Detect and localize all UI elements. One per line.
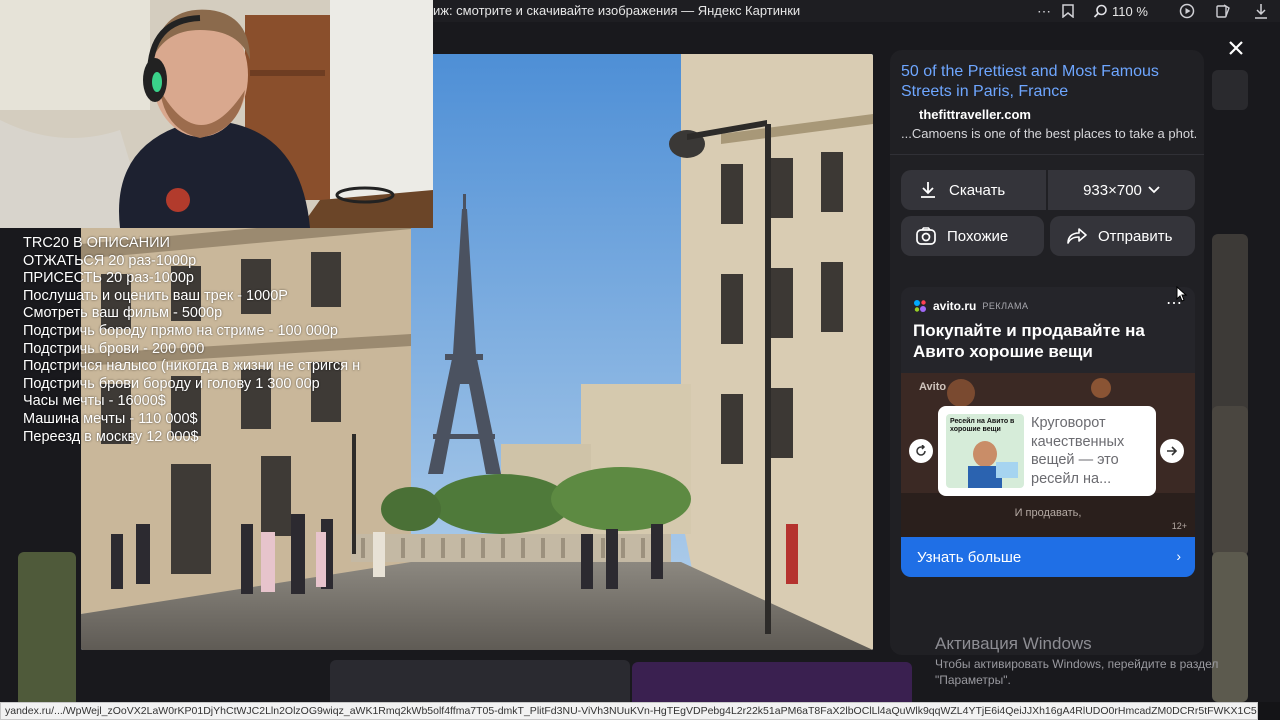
chevron-down-icon <box>1148 186 1160 194</box>
list-item: Подстричся налысо (никогда в жизни не ст… <box>23 358 361 375</box>
more-icon[interactable]: ⋯ <box>1034 1 1054 21</box>
similar-label: Похожие <box>947 227 1009 245</box>
ad-card-image: Ресейл на Авито в хорошие вещи <box>946 414 1024 488</box>
ad-prev-button[interactable] <box>909 439 933 463</box>
ad-next-button[interactable] <box>1160 439 1184 463</box>
zoom-value: 110 % <box>1112 3 1148 19</box>
list-item: Подстричь бороду прямо на стриме - 100 0… <box>23 322 338 339</box>
divider <box>890 154 1204 155</box>
share-label: Отправить <box>1098 227 1173 245</box>
refresh-icon <box>916 445 926 456</box>
ad-block[interactable]: avito.ru РЕКЛАМА ⋯ Покупайте и продавайт… <box>901 287 1195 577</box>
ad-title: Покупайте и продавайте на Авито хорошие … <box>913 321 1145 361</box>
arrow-right-icon <box>1167 446 1178 456</box>
ad-site: avito.ru <box>933 299 977 313</box>
close-icon <box>1229 41 1243 55</box>
similar-button[interactable]: Похожие <box>901 216 1044 256</box>
background-thumbnail <box>1212 70 1248 110</box>
download-button[interactable]: Скачать <box>901 170 1046 210</box>
ad-tag: РЕКЛАМА <box>982 301 1029 311</box>
list-item: Смотреть ваш фильм - 5000р <box>23 305 223 322</box>
share-icon <box>1066 225 1088 247</box>
windows-activation-watermark: Активация Windows Чтобы активировать Win… <box>935 634 1235 688</box>
list-item: ПРИСЕСТЬ 20 раз-1000р <box>23 270 194 287</box>
list-item: Переезд в москву 12 000$ <box>23 428 199 445</box>
bookmark-icon[interactable] <box>1058 1 1078 21</box>
list-item: ОТЖАТЬСЯ 20 раз-1000р <box>23 252 197 269</box>
lens-icon <box>915 225 937 247</box>
media-icon[interactable] <box>1177 1 1197 21</box>
image-info-panel: 50 of the Prettiest and Most Famous Stre… <box>890 50 1204 655</box>
ad-age-rating: 12+ <box>1171 521 1187 531</box>
list-item: TRC20 В ОПИСАНИИ <box>23 235 170 251</box>
source-snippet: ...Camoens is one of the best places to … <box>901 126 1196 141</box>
list-item: Подстричь брови бороду и голову 1 300 00… <box>23 375 320 392</box>
download-icon[interactable] <box>1251 1 1271 21</box>
zoom-icon <box>1093 4 1107 18</box>
notes-icon[interactable] <box>1213 1 1233 21</box>
background-thumbnail <box>1212 406 1248 556</box>
size-select[interactable]: 933×700 <box>1048 170 1195 210</box>
size-value: 933×700 <box>1083 181 1142 199</box>
window-title: иж: смотрите и скачивайте изображения — … <box>433 3 801 18</box>
background-thumbnail <box>18 552 76 720</box>
ad-card-text: Круговорот качественных вещей — это ресе… <box>1031 415 1125 487</box>
ad-header: avito.ru РЕКЛАМА <box>913 299 1029 313</box>
mouse-cursor-icon <box>1176 285 1188 307</box>
background-thumbnail <box>1212 234 1248 424</box>
list-item: Машина мечты - 110 000$ <box>23 410 198 427</box>
list-item: Послушать и оценить ваш трек - 1000Р <box>23 287 288 304</box>
zoom-control[interactable]: 110 % <box>1093 2 1148 20</box>
ad-media: Avito Ресейл на Авито в хорошие вещи Кру… <box>901 373 1195 537</box>
source-domain[interactable]: thefittraveller.com <box>919 107 1031 122</box>
list-item: Часы мечты - 16000$ <box>23 393 166 410</box>
ad-cta-button[interactable]: Узнать больше › <box>901 537 1195 577</box>
status-bar-url: yandex.ru/.../WpWejl_zOoVX2LaW0rKP01DjYh… <box>0 702 1258 720</box>
screen: { "browser": { "title": "иж: смотрите и … <box>0 0 1280 720</box>
windows-activation-text: Чтобы активировать Windows, перейдите в … <box>935 657 1219 687</box>
webcam-overlay <box>0 0 433 228</box>
ad-subtext: И продавать, <box>1014 507 1082 519</box>
donation-list: TRC20 В ОПИСАНИИ ОТЖАТЬСЯ 20 раз-1000р П… <box>23 235 383 446</box>
windows-activation-heading: Активация Windows <box>935 634 1092 653</box>
download-label: Скачать <box>949 181 1006 199</box>
share-button[interactable]: Отправить <box>1050 216 1195 256</box>
ad-cta-label: Узнать больше <box>917 548 1022 566</box>
download-icon <box>917 179 939 201</box>
avito-logo-icon <box>914 300 926 312</box>
list-item: Подстричь брови - 200 000 <box>23 340 205 357</box>
chevron-right-icon: › <box>1176 548 1181 564</box>
ad-card[interactable]: Ресейл на Авито в хорошие вещи Круговоро… <box>938 406 1156 496</box>
source-title-link[interactable]: 50 of the Prettiest and Most Famous Stre… <box>901 62 1196 102</box>
close-button[interactable] <box>1224 36 1248 60</box>
ad-brand: Avito <box>919 381 947 393</box>
